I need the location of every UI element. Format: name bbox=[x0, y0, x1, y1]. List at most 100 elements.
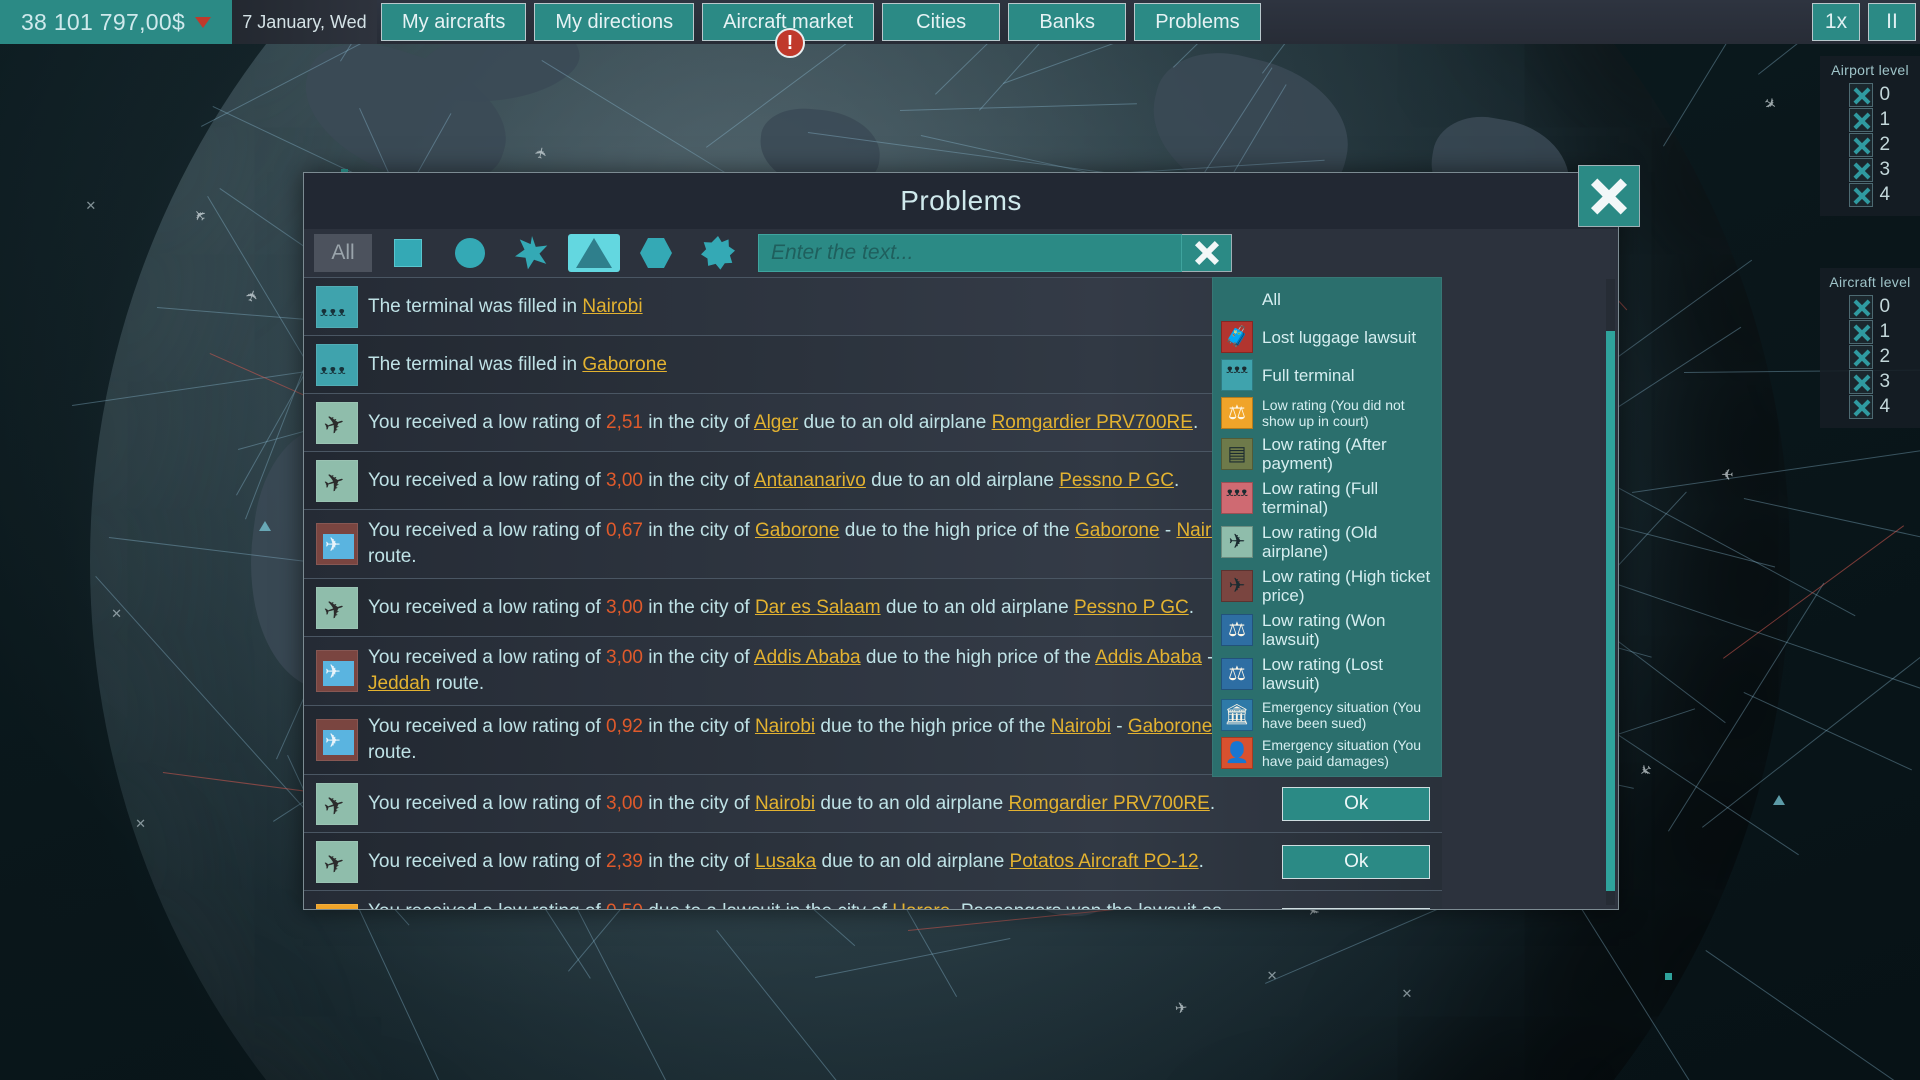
ok-button[interactable]: Ok bbox=[1282, 787, 1430, 821]
problem-link[interactable]: Nairobi bbox=[582, 296, 642, 317]
problem-link[interactable]: Alger bbox=[754, 412, 798, 433]
problem-link[interactable]: Romgardier PRV700RE bbox=[992, 412, 1193, 433]
level-row[interactable]: 3 bbox=[1820, 370, 1920, 394]
problem-link[interactable]: Nairobi bbox=[755, 793, 815, 814]
nav-button-my-directions[interactable]: My directions bbox=[534, 3, 694, 41]
map-node[interactable]: ✕ bbox=[111, 610, 122, 617]
close-icon[interactable] bbox=[1849, 320, 1873, 344]
level-row[interactable]: 4 bbox=[1820, 183, 1920, 207]
full-terminal-icon bbox=[316, 344, 358, 386]
problem-link[interactable]: Potatos Aircraft PO-12 bbox=[1010, 851, 1199, 872]
problem-link[interactable]: Gaborone bbox=[755, 520, 840, 541]
filter-square-button[interactable] bbox=[382, 234, 434, 272]
aircraft-marker[interactable]: ✈ bbox=[1175, 998, 1189, 1017]
crowd-icon: ᴥᴥᴥ bbox=[1221, 482, 1253, 514]
problem-text-segment: . bbox=[1193, 412, 1198, 433]
legend-item[interactable]: 🏛Emergency situation (You have been sued… bbox=[1213, 696, 1441, 734]
level-row[interactable]: 0 bbox=[1820, 83, 1920, 107]
problem-link[interactable]: Lusaka bbox=[755, 851, 816, 872]
map-node[interactable]: ✕ bbox=[1267, 972, 1278, 979]
map-node[interactable]: ✕ bbox=[85, 202, 96, 209]
level-row[interactable]: 2 bbox=[1820, 345, 1920, 369]
close-icon[interactable] bbox=[1849, 370, 1873, 394]
legend-item[interactable]: 👤Emergency situation (You have paid dama… bbox=[1213, 734, 1441, 772]
ok-cell: Ok bbox=[1267, 845, 1442, 879]
close-icon[interactable] bbox=[1849, 183, 1873, 207]
filter-hexagon-button[interactable] bbox=[630, 234, 682, 272]
close-button[interactable] bbox=[1578, 165, 1640, 227]
search-input[interactable] bbox=[758, 234, 1182, 272]
filter-star6-button[interactable] bbox=[506, 234, 558, 272]
map-node[interactable] bbox=[1665, 973, 1672, 980]
problem-link[interactable]: Romgardier PRV700RE bbox=[1008, 793, 1209, 814]
problem-link[interactable]: Pessno P GC bbox=[1059, 470, 1174, 491]
legend-item-all[interactable]: All bbox=[1213, 280, 1441, 318]
problem-link[interactable]: Nairobi bbox=[755, 716, 815, 737]
speed-button-1x[interactable]: 1x bbox=[1812, 3, 1860, 41]
legend-item[interactable]: ᴥᴥᴥLow rating (Full terminal) bbox=[1213, 476, 1441, 520]
speed-button-pause[interactable]: II bbox=[1868, 3, 1916, 41]
legend-item[interactable]: ✈Low rating (Old airplane) bbox=[1213, 520, 1441, 564]
problem-link[interactable]: Gaborone bbox=[582, 354, 667, 375]
level-row[interactable]: 4 bbox=[1820, 395, 1920, 419]
close-icon[interactable] bbox=[1849, 133, 1873, 157]
legend-item[interactable]: ⚖Low rating (Lost lawsuit) bbox=[1213, 652, 1441, 696]
legend-item[interactable]: 🧳Lost luggage lawsuit bbox=[1213, 318, 1441, 356]
map-node[interactable]: ✕ bbox=[1401, 990, 1412, 997]
problem-link[interactable]: Harare bbox=[892, 901, 950, 909]
close-icon[interactable] bbox=[1849, 83, 1873, 107]
aircraft-marker[interactable]: ✈ bbox=[1760, 93, 1781, 115]
legend-item[interactable]: ⚖Low rating (Won lawsuit) bbox=[1213, 608, 1441, 652]
close-icon[interactable] bbox=[1849, 295, 1873, 319]
problem-link[interactable]: Addis Ababa bbox=[1095, 647, 1202, 668]
page-title: Problems bbox=[900, 185, 1021, 217]
level-row[interactable]: 3 bbox=[1820, 158, 1920, 182]
map-node[interactable] bbox=[1773, 795, 1785, 805]
problem-link[interactable]: Gaborone bbox=[1075, 520, 1160, 541]
filter-triangle-button[interactable] bbox=[568, 234, 620, 272]
ok-button[interactable]: Ok bbox=[1282, 908, 1430, 909]
problem-link[interactable]: Antananarivo bbox=[754, 470, 866, 491]
legend-item[interactable]: ▤Low rating (After payment) bbox=[1213, 432, 1441, 476]
nav-button-problems[interactable]: Problems bbox=[1134, 3, 1260, 41]
money-display[interactable]: 38 101 797,00$ bbox=[0, 0, 232, 44]
problem-text-segment: due to the high price of the bbox=[839, 520, 1075, 541]
aircraft-level-panel: Aircraft level 01234 bbox=[1820, 268, 1920, 428]
problem-link[interactable]: Pessno P GC bbox=[1074, 597, 1189, 618]
close-icon[interactable] bbox=[1849, 108, 1873, 132]
problem-link[interactable]: Jeddah bbox=[368, 673, 430, 694]
level-row[interactable]: 1 bbox=[1820, 108, 1920, 132]
search-clear-button[interactable] bbox=[1182, 234, 1232, 272]
close-icon[interactable] bbox=[1849, 395, 1873, 419]
rating-value: 0,50 bbox=[606, 901, 643, 909]
ok-button[interactable]: Ok bbox=[1282, 845, 1430, 879]
problem-link[interactable]: Gaborone bbox=[1128, 716, 1213, 737]
filter-all-button[interactable]: All bbox=[314, 234, 372, 272]
level-row[interactable]: 0 bbox=[1820, 295, 1920, 319]
legend-label: Lost luggage lawsuit bbox=[1262, 328, 1416, 347]
close-icon[interactable] bbox=[1849, 345, 1873, 369]
legend-item[interactable]: ⚖Low rating (You did not show up in cour… bbox=[1213, 394, 1441, 432]
close-icon[interactable] bbox=[1849, 158, 1873, 182]
level-row[interactable]: 1 bbox=[1820, 320, 1920, 344]
map-node[interactable] bbox=[259, 521, 271, 531]
legend-label: Low rating (Lost lawsuit) bbox=[1262, 655, 1433, 693]
legend-item[interactable]: ᴥᴥᴥFull terminal bbox=[1213, 356, 1441, 394]
problem-link[interactable]: Nairobi bbox=[1051, 716, 1111, 737]
scrollbar-thumb[interactable] bbox=[1606, 331, 1615, 891]
nav-button-my-aircrafts[interactable]: My aircrafts bbox=[381, 3, 526, 41]
problem-link[interactable]: Dar es Salaam bbox=[755, 597, 881, 618]
filter-circle-button[interactable] bbox=[444, 234, 496, 272]
nav-button-cities[interactable]: Cities bbox=[882, 3, 1000, 41]
alert-badge[interactable]: ! bbox=[775, 28, 805, 58]
problem-text-segment: due to the high price of the bbox=[861, 647, 1096, 668]
problem-link[interactable]: Addis Ababa bbox=[754, 647, 861, 668]
filter-star8-button[interactable] bbox=[692, 234, 744, 272]
nav-button-banks[interactable]: Banks bbox=[1008, 3, 1126, 41]
map-node[interactable]: ✕ bbox=[135, 820, 146, 827]
level-row[interactable]: 2 bbox=[1820, 133, 1920, 157]
aircraft-marker[interactable]: ✈ bbox=[1721, 465, 1734, 483]
list-scrollbar[interactable] bbox=[1606, 279, 1615, 905]
chevron-down-icon[interactable] bbox=[195, 17, 211, 28]
legend-item[interactable]: ✈Low rating (High ticket price) bbox=[1213, 564, 1441, 608]
